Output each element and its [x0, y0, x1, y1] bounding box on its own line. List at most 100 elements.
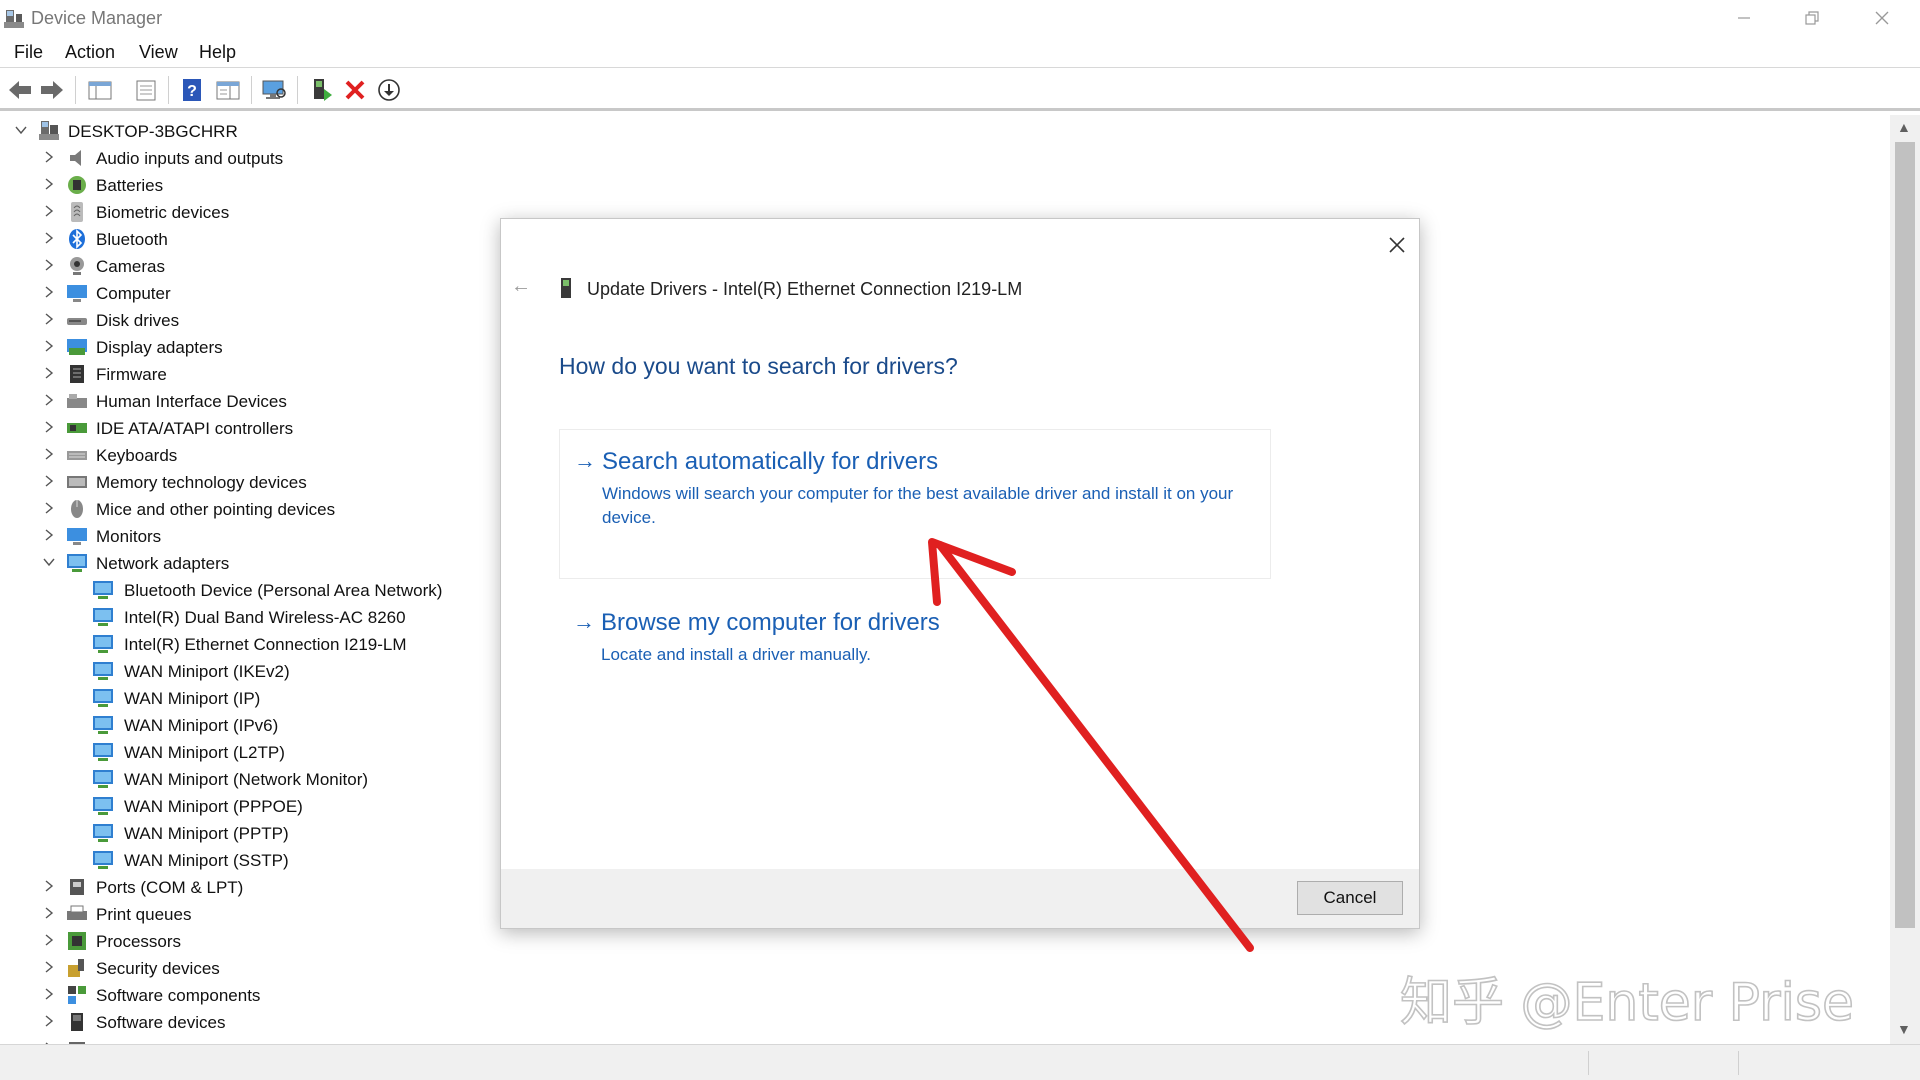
tree-category[interactable]: Software components — [0, 982, 900, 1009]
dialog-close-button[interactable] — [1383, 231, 1411, 259]
chevron-right-icon[interactable] — [42, 420, 56, 434]
menu-action[interactable]: Action — [65, 42, 115, 63]
scroll-down-icon[interactable]: ▼ — [1897, 1021, 1911, 1037]
chevron-right-icon[interactable] — [42, 501, 56, 515]
scrollbar-thumb[interactable] — [1895, 142, 1915, 928]
network-adapter-icon — [93, 824, 113, 842]
help-button[interactable]: ? — [178, 77, 206, 103]
tree-item-label: Keyboards — [96, 446, 178, 465]
tree-category[interactable]: Batteries — [0, 172, 900, 199]
printer-icon — [67, 905, 87, 920]
tree-category[interactable] — [0, 1036, 900, 1044]
search-automatically-option[interactable]: → Search automatically for drivers Windo… — [559, 429, 1271, 579]
tree-item-label: Intel(R) Ethernet Connection I219-LM — [124, 635, 407, 654]
tree-item-label: Ports (COM & LPT) — [96, 878, 244, 897]
watermark: 知乎 @Enter Prise — [1400, 972, 1855, 1034]
network-adapter-icon — [93, 689, 113, 707]
chevron-right-icon[interactable] — [42, 474, 56, 488]
show-hide-tree-icon — [88, 81, 112, 100]
tree-item-label: IDE ATA/ATAPI controllers — [96, 419, 294, 438]
tree-item-label: WAN Miniport (IP) — [124, 689, 261, 708]
tree-item-label: Security devices — [96, 959, 220, 978]
chevron-down-icon[interactable] — [42, 555, 56, 569]
chevron-right-icon[interactable] — [42, 528, 56, 542]
network-adapter-icon — [93, 608, 113, 626]
tree-category[interactable]: Software devices — [0, 1009, 900, 1036]
tree-category[interactable]: Security devices — [0, 955, 900, 982]
back-arrow-icon — [9, 81, 31, 99]
properties-button[interactable] — [132, 77, 160, 103]
network-adapter-icon — [93, 797, 113, 815]
device-manager-window: Device Manager File Action View Help ? D… — [0, 0, 1920, 1080]
close-icon — [1389, 237, 1405, 253]
firmware-icon — [70, 365, 84, 383]
chevron-right-icon[interactable] — [42, 393, 56, 407]
chevron-right-icon[interactable] — [42, 204, 56, 218]
display-adapter-icon — [67, 339, 87, 355]
tree-item-label: WAN Miniport (IPv6) — [124, 716, 279, 735]
menu-help[interactable]: Help — [199, 42, 236, 63]
menu-view[interactable]: View — [139, 42, 178, 63]
uninstall-device-button[interactable] — [341, 77, 369, 103]
option-description: Windows will search your computer for th… — [602, 484, 1234, 527]
chevron-right-icon[interactable] — [42, 879, 56, 893]
browse-computer-option[interactable]: → Browse my computer for drivers Locate … — [559, 599, 1271, 719]
tree-category[interactable]: Audio inputs and outputs — [0, 145, 900, 172]
action-pane-button[interactable] — [214, 77, 242, 103]
chevron-down-icon[interactable] — [14, 123, 28, 137]
chevron-right-icon[interactable] — [42, 960, 56, 974]
chevron-right-icon[interactable] — [42, 285, 56, 299]
menu-bar: File Action View Help — [0, 38, 1920, 68]
status-divider — [1738, 1051, 1739, 1075]
chevron-right-icon[interactable] — [42, 933, 56, 947]
security-icon — [68, 959, 84, 977]
option-title: Search automatically for drivers — [602, 448, 939, 475]
scroll-up-icon[interactable]: ▲ — [1897, 119, 1911, 135]
chevron-right-icon[interactable] — [42, 1014, 56, 1028]
chevron-right-icon[interactable] — [42, 906, 56, 920]
chevron-right-icon[interactable] — [42, 312, 56, 326]
tree-item-label: Software devices — [96, 1013, 226, 1032]
tree-item-label: Bluetooth — [96, 230, 168, 249]
dialog-header: Update Drivers - Intel(R) Ethernet Conne… — [587, 279, 1023, 299]
tree-item-label: Biometric devices — [96, 203, 230, 222]
forward-button[interactable] — [38, 77, 66, 103]
tree-item-label: Software components — [96, 986, 261, 1005]
status-bar — [0, 1044, 1920, 1080]
vertical-scrollbar[interactable]: ▲ ▼ — [1890, 115, 1920, 1044]
scan-hardware-button[interactable] — [260, 77, 288, 103]
back-arrow-icon[interactable]: ← — [511, 275, 531, 298]
chevron-right-icon[interactable] — [42, 150, 56, 164]
tree-category[interactable]: Processors — [0, 928, 900, 955]
close-button[interactable] — [1848, 0, 1916, 36]
show-hide-tree-button[interactable] — [86, 77, 114, 103]
chevron-right-icon[interactable] — [42, 339, 56, 353]
status-divider — [1588, 1051, 1589, 1075]
chevron-right-icon[interactable] — [42, 447, 56, 461]
chevron-right-icon[interactable] — [42, 366, 56, 380]
tree-item-label: WAN Miniport (Network Monitor) — [124, 770, 369, 789]
toolbar-separator — [251, 76, 252, 104]
tree-item-label: Intel(R) Dual Band Wireless-AC 8260 — [124, 608, 406, 627]
network-adapter-icon — [67, 554, 87, 572]
chevron-right-icon[interactable] — [42, 177, 56, 191]
software-component-icon — [68, 986, 86, 1004]
download-button[interactable] — [375, 77, 403, 103]
title-bar[interactable]: Device Manager — [0, 0, 1920, 38]
chevron-right-icon[interactable] — [42, 987, 56, 1001]
update-driver-button[interactable] — [307, 77, 335, 103]
tree-root[interactable]: DESKTOP-3BGCHRR — [0, 118, 900, 145]
monitor-icon — [67, 528, 87, 545]
menu-file[interactable]: File — [14, 42, 43, 63]
action-pane-icon — [216, 81, 240, 100]
minimize-button[interactable] — [1710, 0, 1778, 36]
help-icon: ? — [183, 79, 201, 101]
chevron-right-icon[interactable] — [42, 231, 56, 245]
chevron-right-icon[interactable] — [42, 258, 56, 272]
restore-button[interactable] — [1778, 0, 1846, 36]
computer-icon — [39, 121, 59, 140]
restore-icon — [1805, 11, 1819, 25]
back-button[interactable] — [6, 77, 34, 103]
tree-item-label: Batteries — [96, 176, 164, 195]
cancel-button[interactable]: Cancel — [1297, 881, 1403, 915]
